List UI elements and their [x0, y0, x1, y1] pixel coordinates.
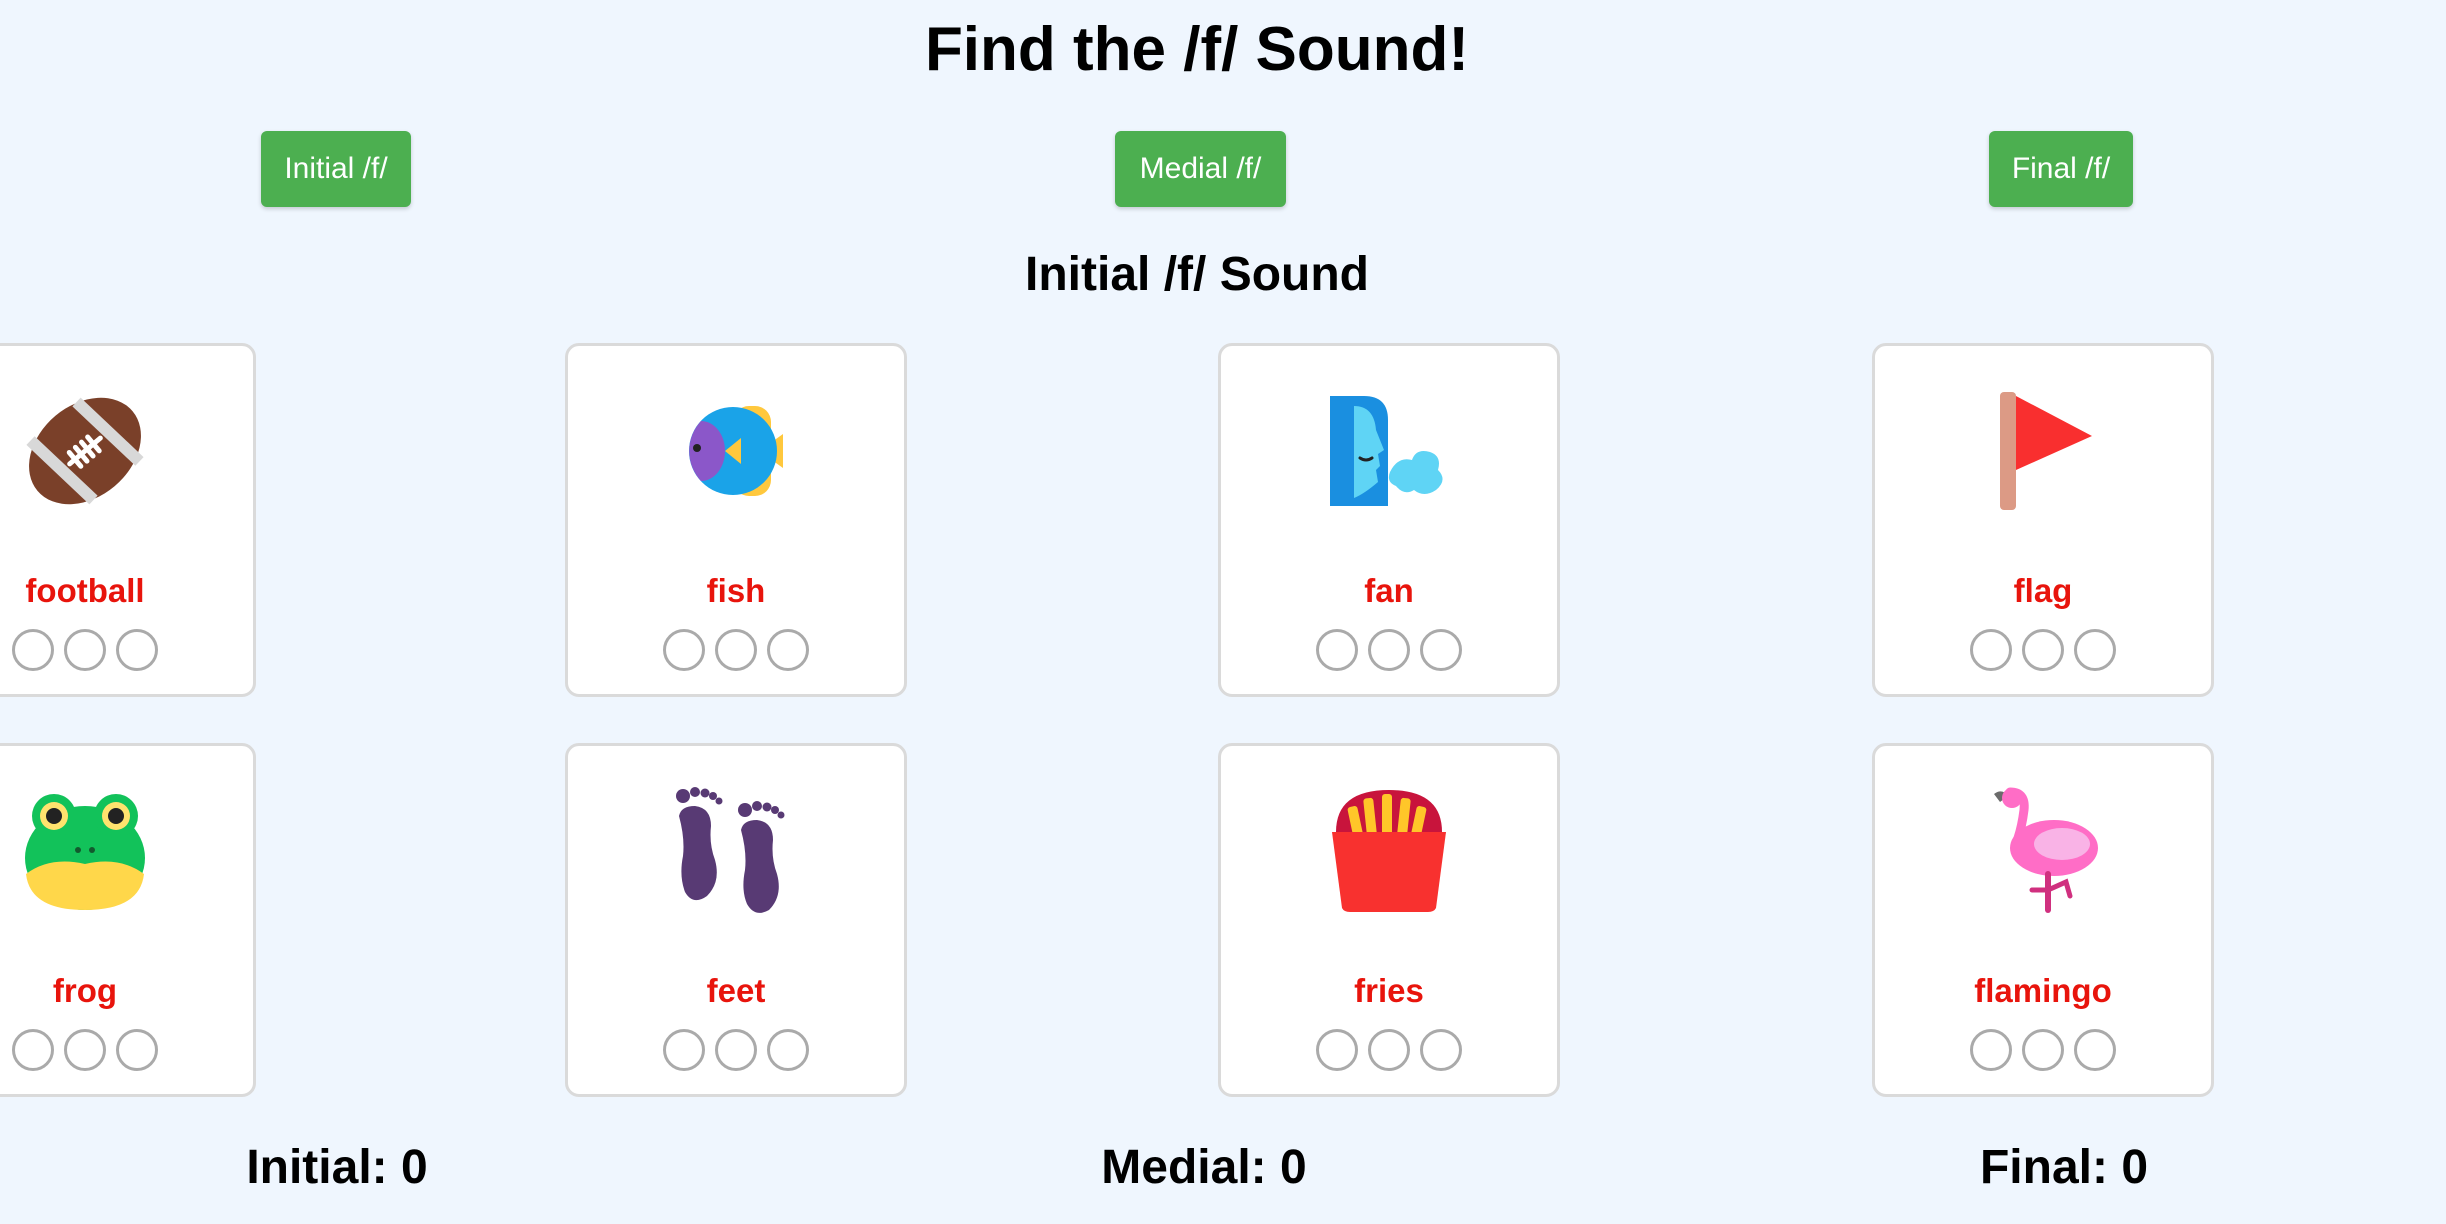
- frog-icon: [20, 786, 150, 916]
- sound-position-dot[interactable]: [715, 629, 757, 671]
- football-icon: [20, 386, 150, 516]
- sound-position-dot[interactable]: [663, 629, 705, 671]
- sound-position-dot[interactable]: [64, 1029, 106, 1071]
- footprints-icon: [671, 786, 801, 916]
- sound-position-dot[interactable]: [1420, 1029, 1462, 1071]
- sound-dots: [568, 1029, 904, 1071]
- sound-position-dot[interactable]: [116, 629, 158, 671]
- word-card-flamingo[interactable]: flamingo: [1872, 743, 2214, 1097]
- card-word: fish: [706, 572, 766, 609]
- word-card-flag[interactable]: flag: [1872, 343, 2214, 697]
- fan-blowing-face-icon: [1324, 386, 1454, 516]
- sound-dots: [1221, 629, 1557, 671]
- word-card-feet[interactable]: feet: [565, 743, 907, 1097]
- sound-position-dot[interactable]: [12, 1029, 54, 1071]
- sound-dots: [568, 629, 904, 671]
- card-word: flamingo: [1974, 972, 2112, 1009]
- initial-score: Initial: 0: [246, 1141, 428, 1194]
- sound-dots: [1221, 1029, 1557, 1071]
- sound-position-dot[interactable]: [64, 629, 106, 671]
- card-word: fries: [1354, 972, 1424, 1009]
- final-f-button[interactable]: Final /f/: [1989, 131, 2133, 207]
- initial-f-button[interactable]: Initial /f/: [261, 131, 411, 207]
- word-card-fan[interactable]: fan: [1218, 343, 1560, 697]
- sound-position-dot[interactable]: [1316, 629, 1358, 671]
- sound-position-dot[interactable]: [1368, 1029, 1410, 1071]
- word-card-fish[interactable]: fish: [565, 343, 907, 697]
- section-title: Initial /f/ Sound: [1025, 248, 1369, 301]
- sound-position-dot[interactable]: [2074, 1029, 2116, 1071]
- page-title: Find the /f/ Sound!: [924, 15, 1470, 84]
- word-card-football[interactable]: football: [0, 343, 256, 697]
- medial-score: Medial: 0: [1101, 1141, 1307, 1194]
- card-word: fan: [1364, 572, 1414, 609]
- sound-dots: [1875, 629, 2211, 671]
- sound-dots: [0, 629, 253, 671]
- sound-position-dot[interactable]: [2022, 1029, 2064, 1071]
- medial-f-button[interactable]: Medial /f/: [1115, 131, 1286, 207]
- sound-position-dot[interactable]: [663, 1029, 705, 1071]
- final-score: Final: 0: [1979, 1141, 2149, 1194]
- card-word: flag: [2013, 572, 2073, 609]
- sound-position-dot[interactable]: [1420, 629, 1462, 671]
- sound-dots: [1875, 1029, 2211, 1071]
- card-word: frog: [52, 972, 118, 1009]
- sound-position-dot[interactable]: [116, 1029, 158, 1071]
- sound-position-dot[interactable]: [1970, 629, 2012, 671]
- sound-position-dot[interactable]: [1316, 1029, 1358, 1071]
- sound-position-dot[interactable]: [715, 1029, 757, 1071]
- sound-position-dot[interactable]: [1970, 1029, 2012, 1071]
- sound-position-dot[interactable]: [767, 629, 809, 671]
- flamingo-icon: [1978, 786, 2108, 916]
- sound-position-dot[interactable]: [1368, 629, 1410, 671]
- flag-icon: [1978, 386, 2108, 516]
- card-word: feet: [706, 972, 766, 1009]
- sound-position-dot[interactable]: [2074, 629, 2116, 671]
- fish-icon: [671, 386, 801, 516]
- sound-position-dot[interactable]: [2022, 629, 2064, 671]
- word-card-frog[interactable]: frog: [0, 743, 256, 1097]
- fries-icon: [1324, 786, 1454, 916]
- sound-position-dot[interactable]: [12, 629, 54, 671]
- word-card-fries[interactable]: fries: [1218, 743, 1560, 1097]
- card-word: football: [25, 572, 145, 609]
- sound-dots: [0, 1029, 253, 1071]
- sound-position-dot[interactable]: [767, 1029, 809, 1071]
